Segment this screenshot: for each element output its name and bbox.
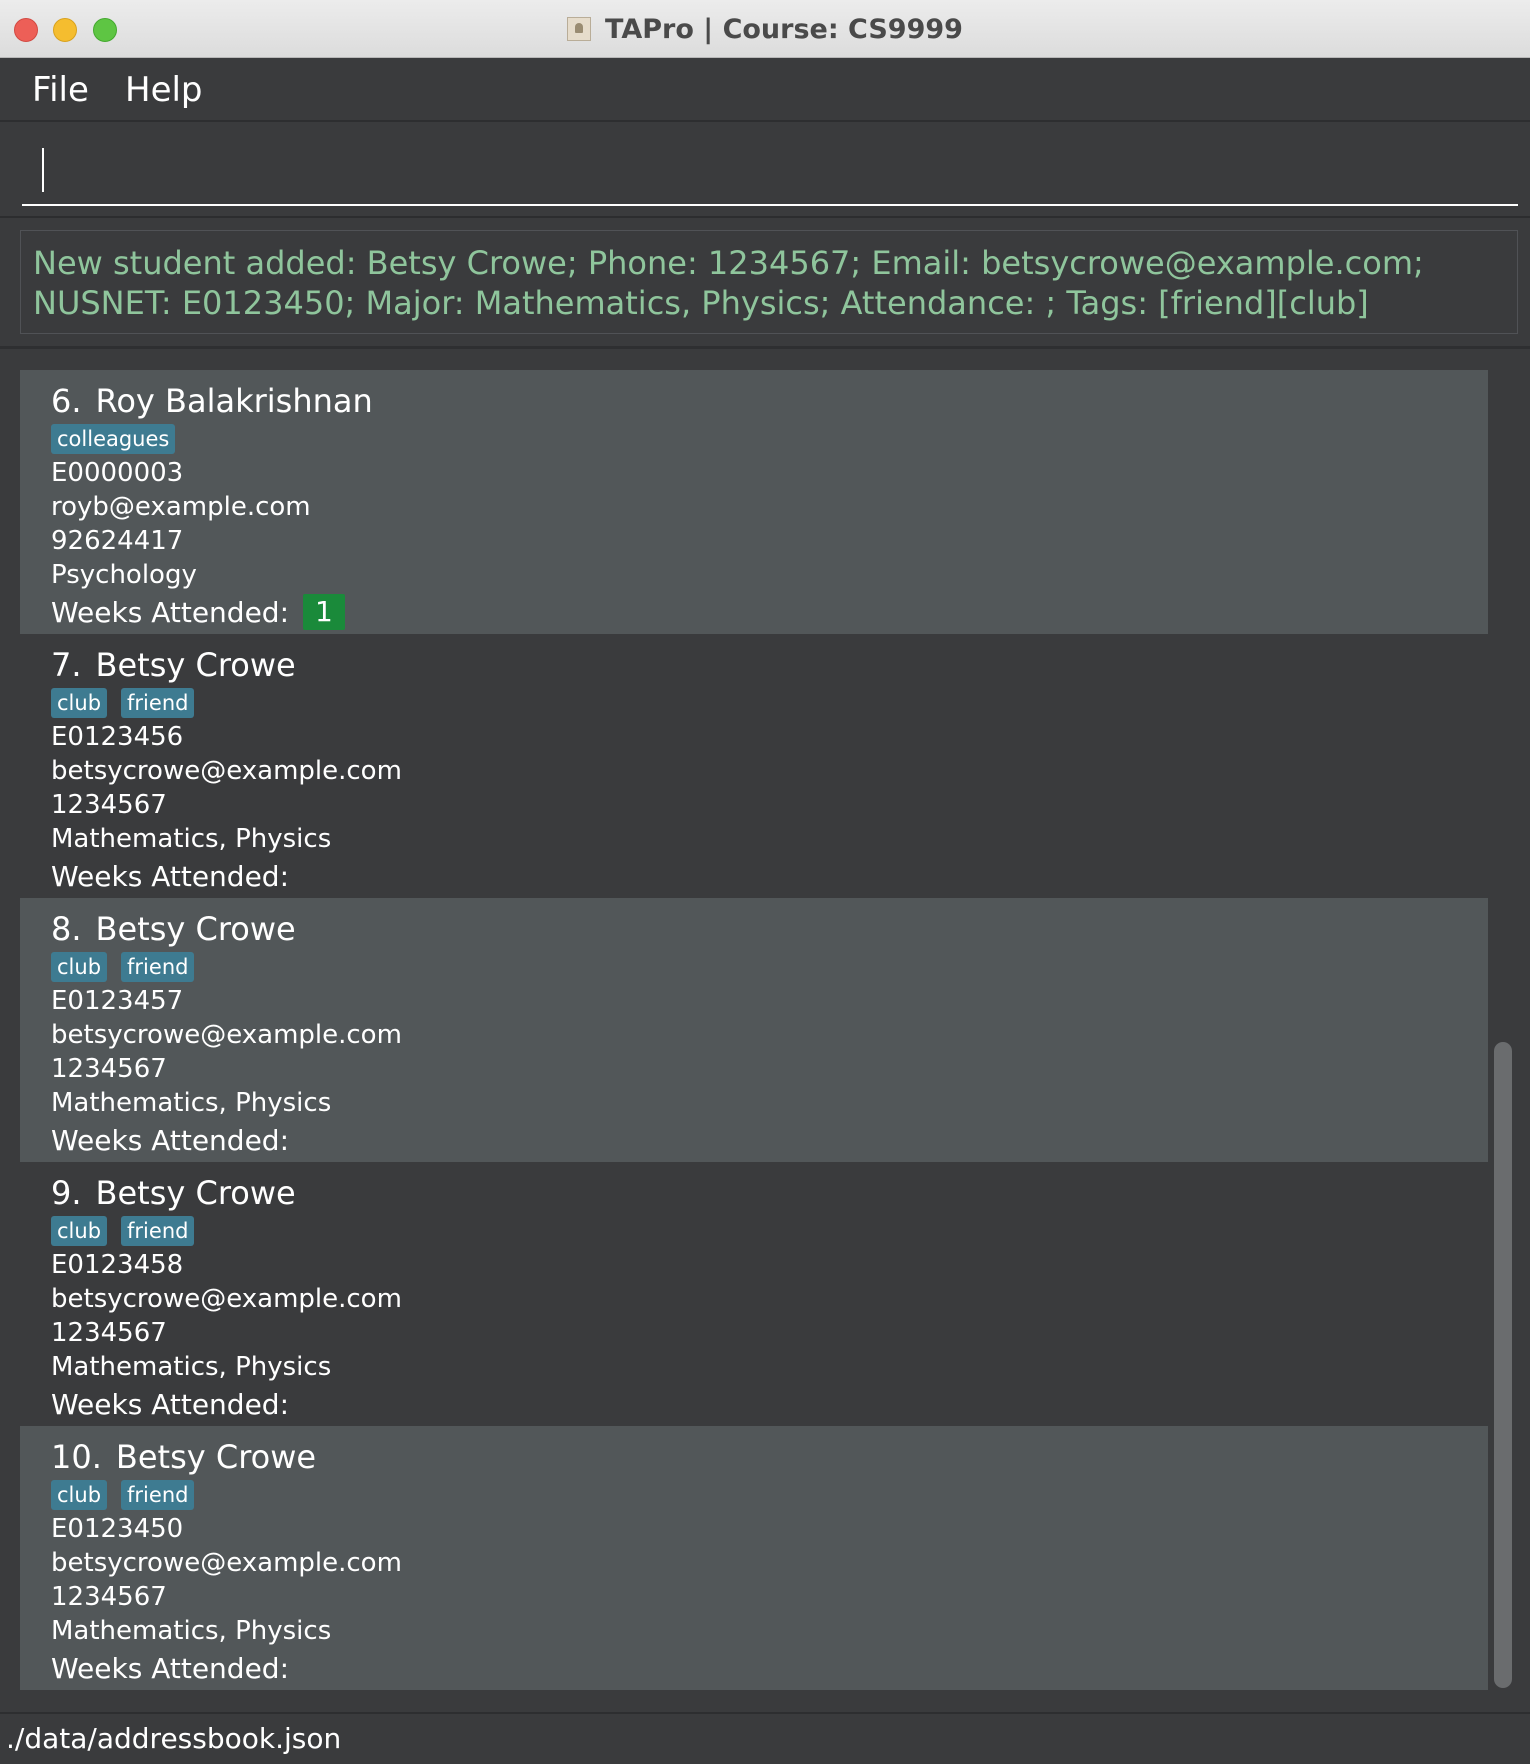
week-badge: 1 (303, 594, 345, 630)
student-email: betsycrowe@example.com (51, 1284, 402, 1314)
weeks-attended-label: Weeks Attended: (51, 1387, 289, 1421)
student-major: Psychology (51, 560, 197, 590)
divider (0, 346, 1530, 349)
student-title: 8. Betsy Crowe (51, 908, 1488, 950)
student-name: Roy Balakrishnan (95, 382, 373, 420)
tag-list: club friend (51, 1478, 1488, 1512)
tag-badge: friend (121, 1216, 195, 1246)
student-phone: 1234567 (51, 1054, 167, 1084)
weeks-attended-label: Weeks Attended: (51, 595, 289, 629)
student-name: Betsy Crowe (95, 1174, 296, 1212)
student-title: 10. Betsy Crowe (51, 1436, 1488, 1478)
menu-help[interactable]: Help (125, 70, 203, 110)
student-card[interactable]: 7. Betsy Crowe club friend E0123456 betsycrow… (20, 634, 1488, 898)
weeks-attended: Weeks Attended: 1 (51, 592, 1488, 632)
tag-badge: friend (121, 1480, 195, 1510)
result-display: New student added: Betsy Crowe; Phone: 1… (20, 230, 1518, 334)
student-phone: 1234567 (51, 1582, 167, 1612)
weeks-attended: Weeks Attended: (51, 1648, 1488, 1688)
menu-file[interactable]: File (32, 70, 89, 110)
student-major: Mathematics, Physics (51, 1616, 332, 1646)
student-email: betsycrowe@example.com (51, 756, 402, 786)
student-email: royb@example.com (51, 492, 311, 522)
command-box (0, 122, 1530, 218)
student-card[interactable]: 10. Betsy Crowe club friend E0123450 betsycro… (20, 1426, 1488, 1690)
student-title: 6. Roy Balakrishnan (51, 380, 1488, 422)
student-index: 10. (51, 1438, 102, 1476)
tag-badge: friend (121, 952, 195, 982)
student-name: Betsy Crowe (115, 1438, 317, 1476)
student-phone: 1234567 (51, 790, 167, 820)
student-nusnet: E0123457 (51, 986, 184, 1016)
weeks-attended-label: Weeks Attended: (51, 1651, 289, 1685)
weeks-attended: Weeks Attended: (51, 1120, 1488, 1160)
student-card[interactable]: 6. Roy Balakrishnan colleagues E0000003 royb… (20, 370, 1488, 634)
student-nusnet: E0000003 (51, 458, 184, 488)
text-caret (42, 148, 44, 192)
title-bar: TAPro | Course: CS9999 (0, 0, 1530, 58)
student-card[interactable]: 9. Betsy Crowe club friend E0123458 betsycrow… (20, 1162, 1488, 1426)
status-bar: ./data/addressbook.json (0, 1712, 1530, 1764)
student-index: 6. (51, 382, 82, 420)
student-title: 9. Betsy Crowe (51, 1172, 1488, 1214)
tag-badge: club (51, 688, 108, 718)
student-index: 9. (51, 1174, 82, 1212)
menu-bar: File Help (0, 58, 1530, 122)
student-index: 7. (51, 646, 82, 684)
student-email: betsycrowe@example.com (51, 1548, 402, 1578)
save-file-path: ./data/addressbook.json (6, 1722, 342, 1755)
tag-badge: club (51, 1480, 108, 1510)
student-major: Mathematics, Physics (51, 1352, 332, 1382)
tag-badge: club (51, 1216, 108, 1246)
tag-list: colleagues (51, 422, 1488, 456)
tag-list: club friend (51, 686, 1488, 720)
weeks-attended-label: Weeks Attended: (51, 1123, 289, 1157)
tag-badge: club (51, 952, 108, 982)
student-name: Betsy Crowe (95, 646, 296, 684)
title-wrap: TAPro | Course: CS9999 (0, 0, 1530, 58)
student-phone: 1234567 (51, 1318, 167, 1348)
student-name: Betsy Crowe (95, 910, 296, 948)
student-title: 7. Betsy Crowe (51, 644, 1488, 686)
tag-badge: friend (121, 688, 195, 718)
weeks-attended: Weeks Attended: (51, 1384, 1488, 1424)
tag-list: club friend (51, 1214, 1488, 1248)
tag-badge: colleagues (51, 424, 176, 454)
weeks-attended-label: Weeks Attended: (51, 859, 289, 893)
window-title: TAPro | Course: CS9999 (605, 13, 963, 45)
weeks-attended: Weeks Attended: (51, 856, 1488, 896)
student-nusnet: E0123458 (51, 1250, 184, 1280)
student-nusnet: E0123450 (51, 1514, 184, 1544)
command-input[interactable] (22, 142, 1518, 206)
app-icon (567, 17, 592, 41)
student-nusnet: E0123456 (51, 722, 184, 752)
student-major: Mathematics, Physics (51, 824, 332, 854)
student-index: 8. (51, 910, 82, 948)
student-phone: 92624417 (51, 526, 184, 556)
student-major: Mathematics, Physics (51, 1088, 332, 1118)
tag-list: club friend (51, 950, 1488, 984)
student-list[interactable]: 6. Roy Balakrishnan colleagues E0000003 royb… (20, 370, 1488, 1692)
student-card[interactable]: 8. Betsy Crowe club friend E0123457 betsycrow… (20, 898, 1488, 1162)
student-email: betsycrowe@example.com (51, 1020, 402, 1050)
list-scrollbar[interactable] (1494, 1042, 1512, 1688)
